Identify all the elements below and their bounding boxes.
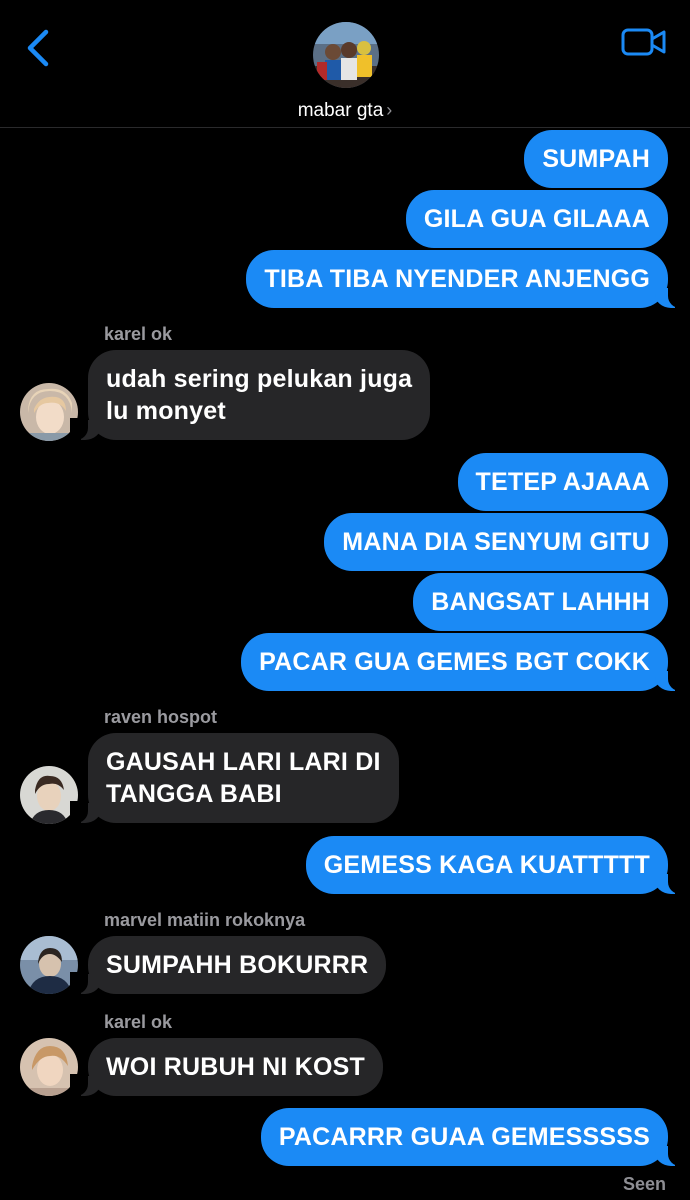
- message-text: TIBA TIBA NYENDER ANJENGG: [264, 265, 650, 293]
- message-text-line: GAUSAH LARI LARI DI: [106, 748, 381, 776]
- sent-message[interactable]: GILA GUA GILAAA: [405, 190, 668, 248]
- group-avatar[interactable]: [313, 22, 379, 88]
- sent-message[interactable]: GEMESS KAGA KUATTTTT: [305, 836, 687, 894]
- video-call-button[interactable]: [620, 26, 668, 58]
- sent-message[interactable]: TIBA TIBA NYENDER ANJENGG: [246, 250, 686, 308]
- message-text: SUMPAHH BOKURRR: [106, 951, 369, 979]
- chevron-left-icon: [27, 29, 49, 67]
- chevron-right-icon: ›: [386, 100, 393, 120]
- message-text: TETEP AJAAA: [475, 468, 650, 496]
- sent-message[interactable]: SUMPAH: [524, 130, 668, 188]
- message-text: BANGSAT LAHHH: [431, 588, 650, 616]
- sent-message[interactable]: BANGSAT LAHHH: [413, 573, 668, 631]
- message-text: MANA DIA SENYUM GITU: [342, 528, 650, 556]
- received-message[interactable]: SUMPAHH BOKURRR: [69, 936, 387, 994]
- received-message[interactable]: udah sering pelukan juga lu monyet: [69, 350, 431, 440]
- chat-header: mabar gta ›: [0, 0, 690, 128]
- sender-name: karel ok: [104, 324, 173, 344]
- video-camera-icon: [621, 28, 666, 56]
- sent-message[interactable]: TETEP AJAAA: [457, 453, 668, 511]
- message-text-line: udah sering pelukan juga: [106, 365, 413, 393]
- sender-name: marvel matiin rokoknya: [104, 910, 306, 930]
- message-text: PACARRR GUAA GEMESSSSS: [278, 1123, 650, 1151]
- message-text: PACAR GUA GEMES BGT COKK: [259, 648, 650, 676]
- message-text: GEMESS KAGA KUATTTTT: [323, 851, 650, 879]
- sender-name: raven hospot: [104, 707, 218, 727]
- read-receipt: Seen: [622, 1174, 666, 1194]
- received-message[interactable]: GAUSAH LARI LARI DI TANGGA BABI: [70, 733, 399, 823]
- message-text: WOI RUBUH NI KOST: [106, 1053, 365, 1081]
- group-name: mabar gta: [297, 100, 384, 121]
- sent-message[interactable]: PACARRR GUAA GEMESSSSS: [260, 1108, 687, 1166]
- sender-name: karel ok: [104, 1012, 173, 1032]
- group-name-button[interactable]: mabar gta ›: [0, 100, 690, 122]
- message-text: SUMPAH: [542, 145, 650, 173]
- received-message[interactable]: WOI RUBUH NI KOST: [70, 1038, 383, 1096]
- message-text-line: lu monyet: [106, 397, 226, 425]
- sent-message[interactable]: PACAR GUA GEMES BGT COKK: [241, 633, 686, 691]
- sent-message[interactable]: MANA DIA SENYUM GITU: [324, 513, 668, 571]
- message-text: GILA GUA GILAAA: [423, 205, 650, 233]
- message-text-line: TANGGA BABI: [106, 780, 282, 808]
- back-button[interactable]: [22, 26, 56, 70]
